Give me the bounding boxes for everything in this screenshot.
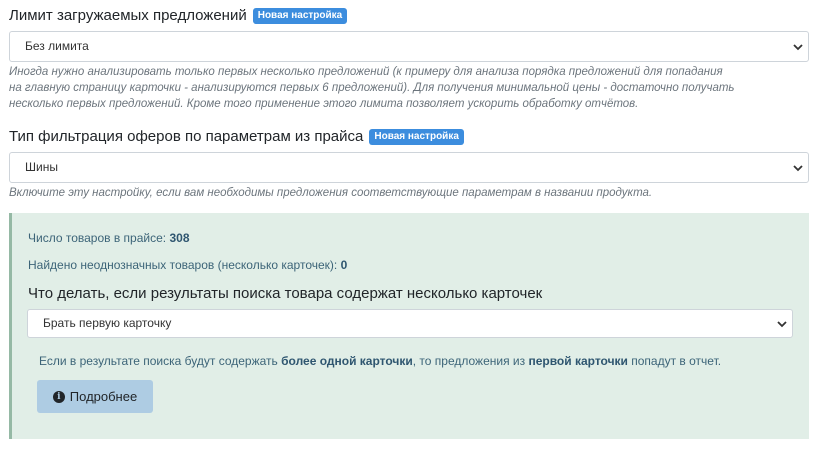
price-count: Число товаров в прайсе: 308 [28, 231, 190, 245]
chevron-down-icon [793, 165, 803, 172]
multiple-cards-select-value: Брать первую карточку [43, 316, 172, 330]
filter-setting: Тип фильтрация оферов по параметрам из п… [9, 127, 809, 201]
ambiguous-count-label: Найдено неоднозначных товаров (несколько… [28, 258, 338, 272]
filter-help: Включите эту настройку, если вам необход… [9, 187, 653, 199]
info-text: попадут в отчет. [627, 354, 722, 368]
filter-select[interactable]: Шины [9, 152, 809, 183]
price-count-value: 308 [169, 231, 190, 245]
filter-label-row: Тип фильтрация оферов по параметрам из п… [9, 127, 809, 147]
limit-select-value: Без лимита [25, 39, 89, 53]
limit-select[interactable]: Без лимита [9, 31, 809, 62]
more-button[interactable]: i Подробнее [37, 380, 153, 413]
multiple-cards-panel: Число товаров в прайсе: 308 Найдено неод… [9, 213, 809, 439]
limit-help-line: несколько первых предложений. Кроме того… [9, 98, 639, 110]
info-bold: первой карточки [528, 354, 628, 368]
limit-label-row: Лимит загружаемых предложений Новая наст… [9, 6, 809, 26]
chevron-down-icon [777, 321, 787, 328]
info-bold: более одной карточки [281, 354, 413, 368]
info-text: Если в результате поиска будут содержать [39, 354, 282, 368]
filter-select-value: Шины [25, 160, 58, 174]
info-text: , то предложения из [412, 354, 529, 368]
limit-label: Лимит загружаемых предложений [9, 7, 247, 24]
multiple-cards-question: Что делать, если результаты поиска товар… [28, 285, 543, 302]
multiple-cards-info: Если в результате поиска будут содержать… [39, 354, 721, 368]
ambiguous-count: Найдено неоднозначных товаров (несколько… [28, 258, 347, 272]
limit-help-line: Иногда нужно анализировать только первых… [9, 66, 723, 78]
limit-help-line: на главную страницу карточки - анализиру… [9, 82, 735, 94]
price-count-label: Число товаров в прайсе: [28, 231, 167, 245]
limit-setting: Лимит загружаемых предложений Новая наст… [9, 6, 809, 112]
more-button-label: Подробнее [69, 389, 138, 404]
ambiguous-count-value: 0 [340, 258, 348, 272]
new-setting-badge: Новая настройка [252, 8, 348, 24]
filter-label: Тип фильтрация оферов по параметрам из п… [9, 128, 364, 145]
info-circle-icon: i [52, 390, 65, 403]
chevron-down-icon [793, 44, 803, 51]
new-setting-badge: Новая настройка [369, 129, 464, 145]
multiple-cards-select[interactable]: Брать первую карточку [27, 309, 793, 338]
limit-help: Иногда нужно анализировать только первых… [9, 64, 809, 112]
